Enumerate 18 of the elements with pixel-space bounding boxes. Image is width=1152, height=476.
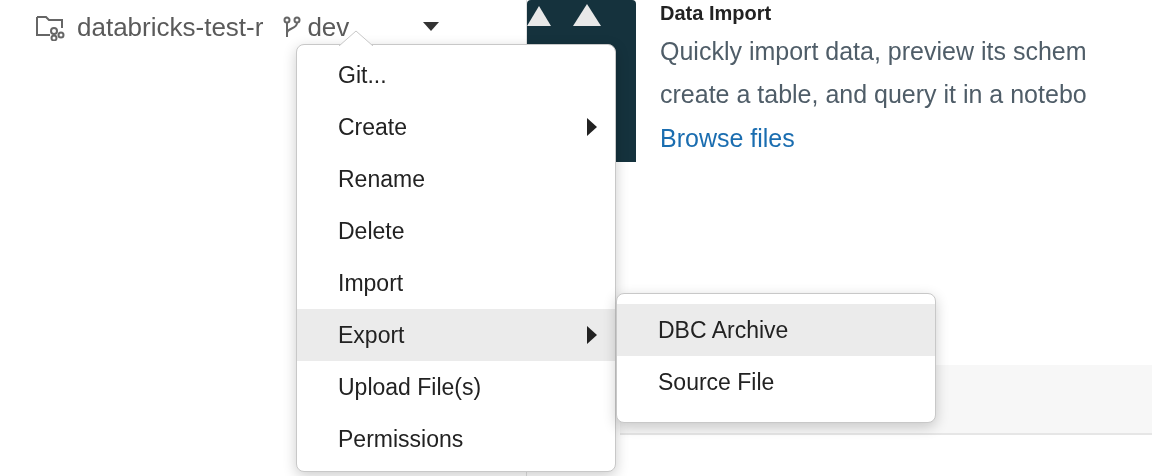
menu-item[interactable]: Rename [297, 153, 615, 205]
caret-icon[interactable] [423, 22, 440, 32]
menu-item[interactable]: Source File [617, 356, 935, 408]
repo-name: databricks-test-r [77, 11, 264, 43]
branch-selector[interactable]: dev [283, 14, 350, 40]
menu-item[interactable]: Upload File(s) [297, 361, 615, 413]
browse-files-link[interactable]: Browse files [660, 124, 1087, 153]
menu-item[interactable]: Git... [297, 49, 615, 101]
menu-item[interactable]: Delete [297, 205, 615, 257]
menu-item[interactable]: Export [297, 309, 615, 361]
menu-item[interactable]: Create [297, 101, 615, 153]
branch-icon [283, 16, 302, 38]
card-title: Data Import [660, 2, 773, 26]
repo-folder-icon [35, 13, 65, 41]
card-description: Quickly import data, preview its schem create a table, and query it in a notebo [660, 36, 1087, 110]
menu-item[interactable]: DBC Archive [617, 304, 935, 356]
menu-item[interactable]: Permissions [297, 413, 615, 465]
menu-item[interactable]: Import [297, 257, 615, 309]
